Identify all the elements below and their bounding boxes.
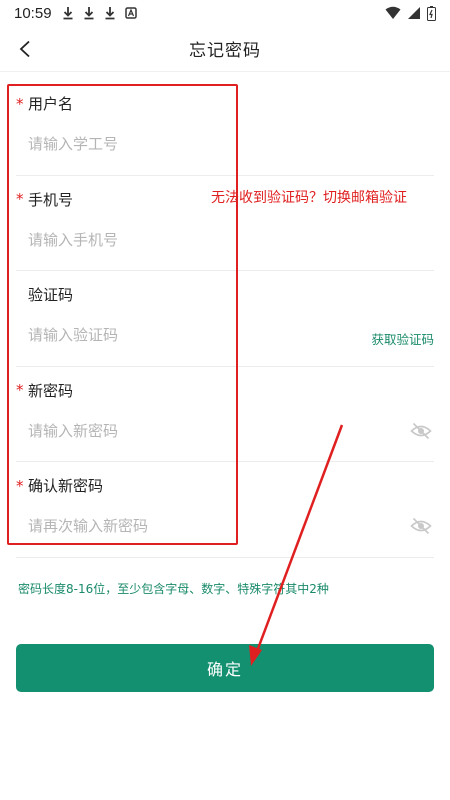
phone-label-text: 手机号 bbox=[28, 190, 74, 209]
username-input[interactable] bbox=[28, 132, 348, 156]
chevron-left-icon bbox=[19, 40, 30, 58]
code-label-text: 验证码 bbox=[28, 286, 74, 304]
app-header: 忘记密码 bbox=[0, 26, 450, 72]
code-label: 验证码 bbox=[16, 284, 73, 305]
confirm-password-label-text: 确认新密码 bbox=[28, 477, 104, 495]
download-icon bbox=[84, 7, 94, 20]
code-input[interactable] bbox=[28, 323, 348, 347]
download-icon bbox=[63, 7, 73, 20]
back-button[interactable] bbox=[10, 34, 40, 64]
get-code-button[interactable]: 获取验证码 bbox=[371, 329, 434, 348]
confirm-password-label: * 确认新密码 bbox=[16, 475, 103, 496]
phone-input[interactable] bbox=[28, 227, 348, 252]
status-bar: 10:59 bbox=[0, 0, 450, 26]
download-icon bbox=[105, 7, 115, 20]
code-field: 验证码 获取验证码 bbox=[16, 271, 434, 367]
eye-off-icon[interactable] bbox=[410, 515, 432, 537]
notification-icons bbox=[62, 6, 137, 20]
username-field: * 用户名 bbox=[16, 80, 434, 176]
annotation-text: 无法收到验证码？切换邮箱验证 bbox=[211, 190, 407, 206]
system-icons bbox=[385, 5, 436, 21]
phone-label: * 手机号 bbox=[16, 189, 73, 210]
forgot-password-form: * 用户名 * 手机号 验证码 获取验证码 * 新密码 * 确认新密码 bbox=[0, 80, 450, 558]
required-mark: * bbox=[16, 94, 24, 113]
required-mark: * bbox=[16, 476, 24, 495]
password-hint: 密码长度8-16位，至少包含字母、数字、特殊字符其中2种 bbox=[18, 582, 329, 596]
a-icon bbox=[124, 7, 137, 19]
new-password-field: * 新密码 bbox=[16, 367, 434, 462]
username-label: * 用户名 bbox=[16, 93, 73, 114]
new-password-label-text: 新密码 bbox=[28, 381, 74, 400]
status-time: 10:59 bbox=[14, 4, 52, 22]
confirm-password-input[interactable] bbox=[28, 514, 348, 538]
page-title: 忘记密码 bbox=[189, 41, 261, 61]
battery-icon bbox=[427, 5, 436, 21]
signal-icon bbox=[408, 7, 420, 19]
new-password-input[interactable] bbox=[28, 418, 348, 443]
required-mark: * bbox=[16, 190, 24, 208]
confirm-password-field: * 确认新密码 bbox=[16, 462, 434, 558]
new-password-label: * 新密码 bbox=[16, 380, 73, 401]
required-mark: * bbox=[16, 381, 24, 399]
confirm-button[interactable]: 确定 bbox=[16, 644, 434, 692]
wifi-icon bbox=[385, 6, 401, 19]
username-label-text: 用户名 bbox=[28, 95, 74, 113]
eye-off-icon[interactable] bbox=[410, 420, 432, 442]
